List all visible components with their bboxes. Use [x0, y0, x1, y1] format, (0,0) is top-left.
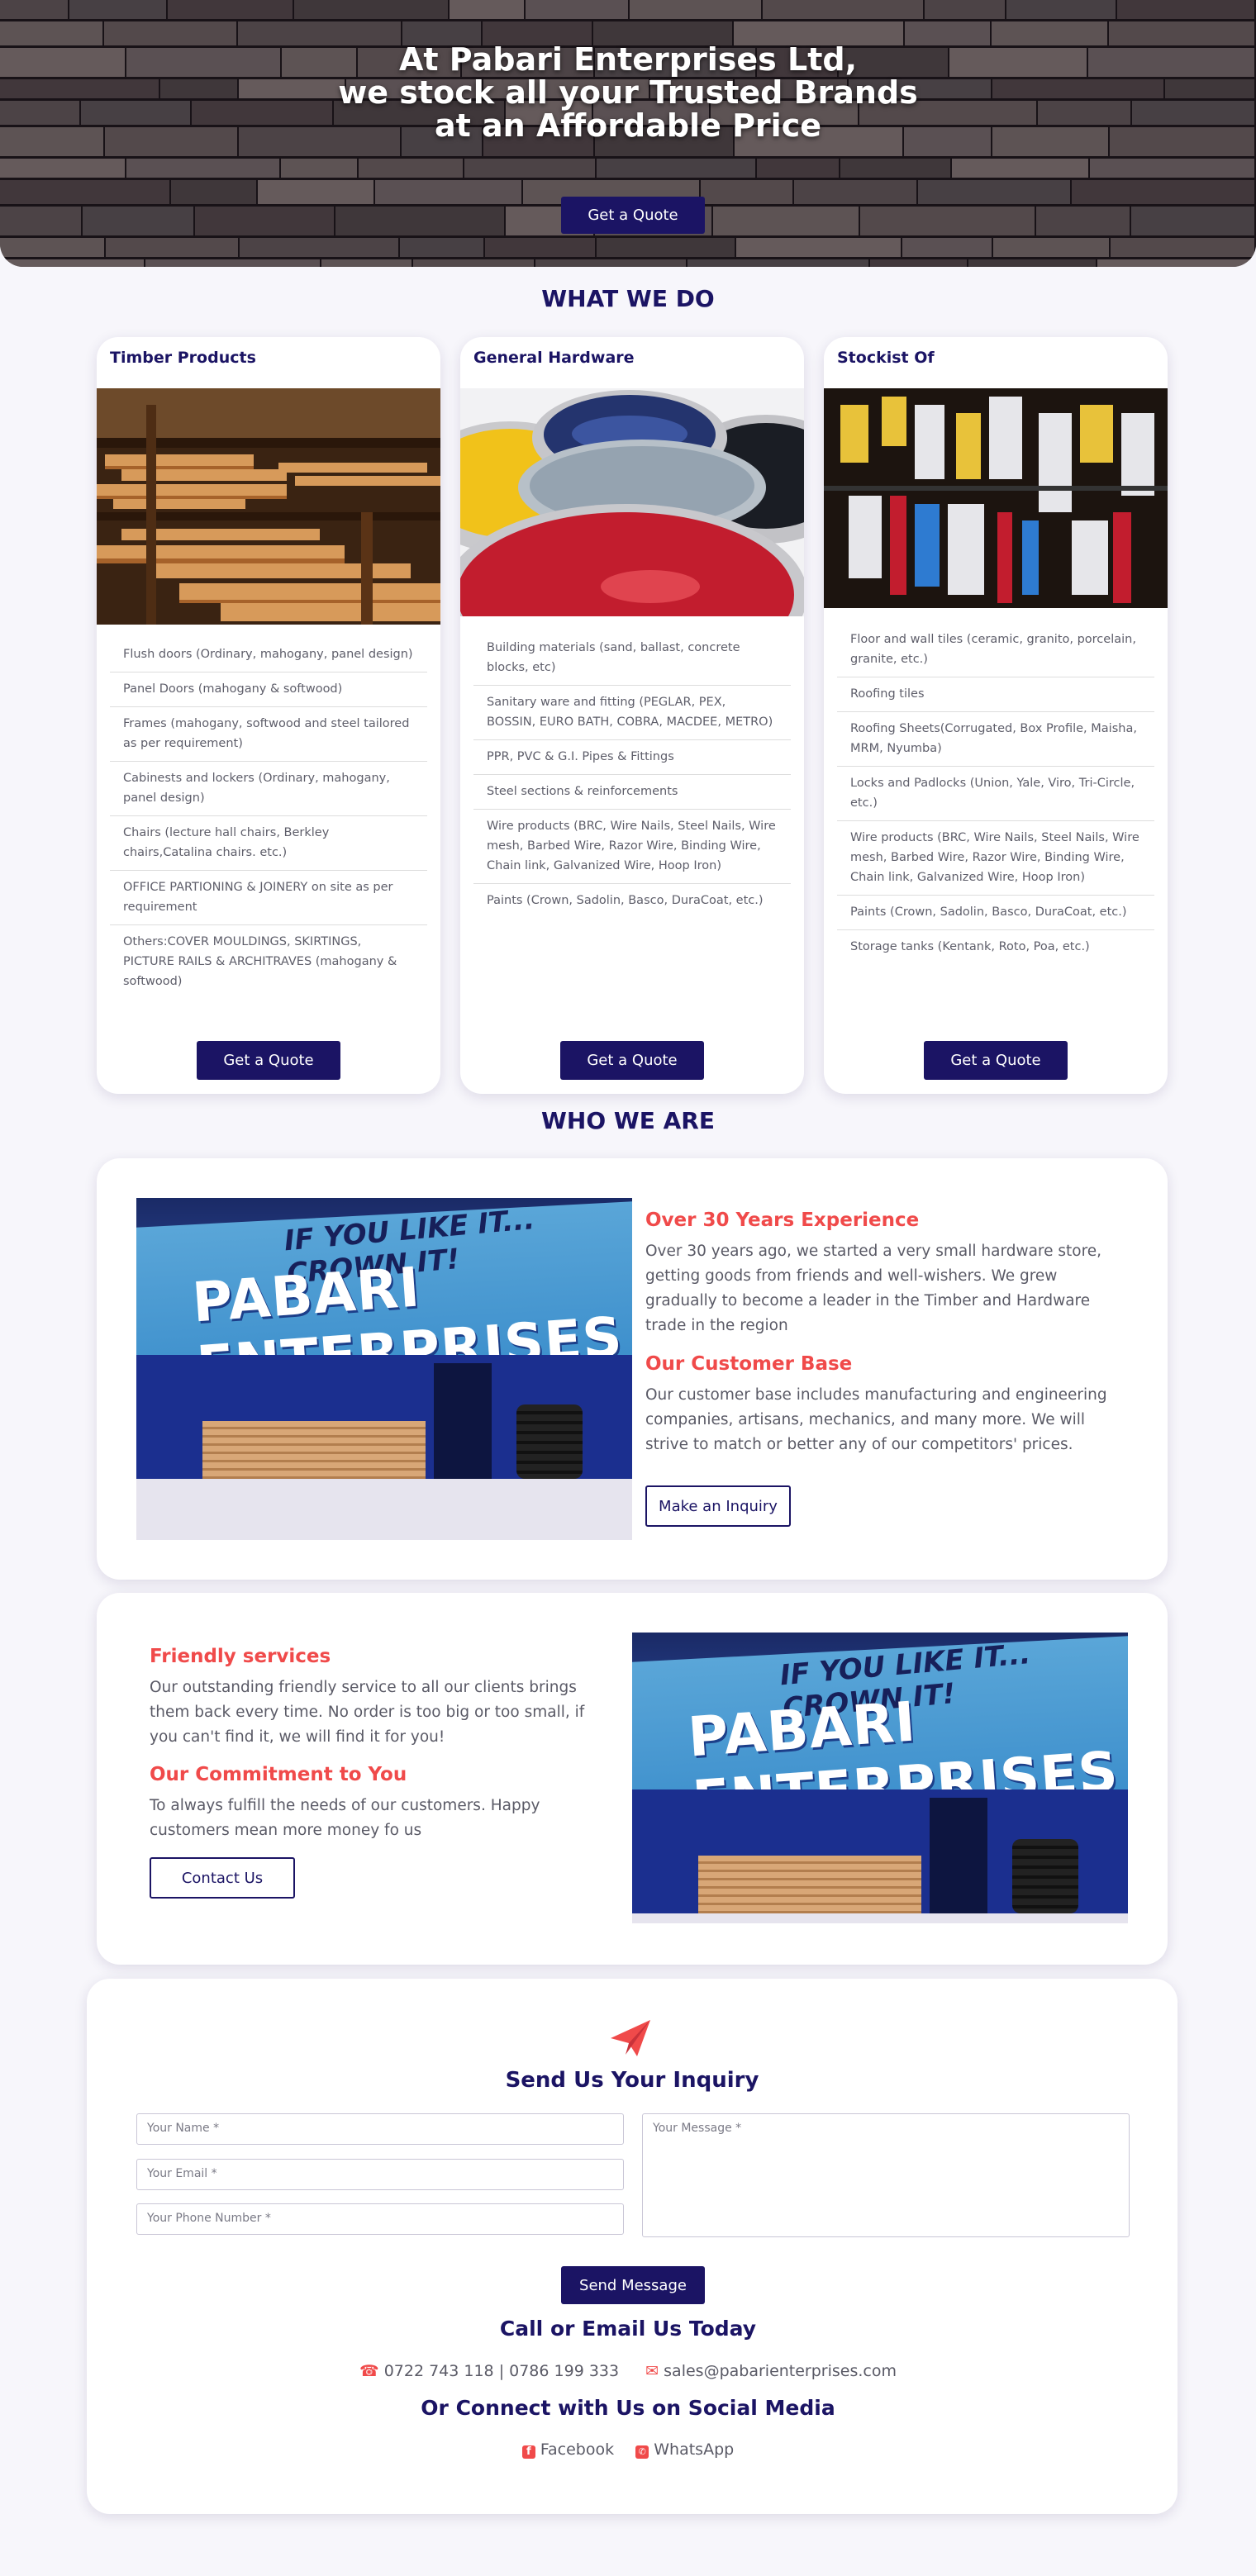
- about-experience-section: IF YOU LIKE IT... CROWN IT! PABARI ENTER…: [97, 1158, 1168, 1580]
- experience-heading: Over 30 Years Experience: [645, 1210, 920, 1231]
- who-we-are-heading: WHO WE ARE: [541, 1107, 715, 1134]
- list-item: Locks and Padlocks (Union, Yale, Viro, T…: [837, 767, 1154, 821]
- call-email-heading: Call or Email Us Today: [499, 2317, 757, 2341]
- list-item: Wire products (BRC, Wire Nails, Steel Na…: [837, 821, 1154, 896]
- list-item: Roofing tiles: [837, 677, 1154, 712]
- card-title: Stockist Of: [837, 349, 935, 367]
- email-address[interactable]: sales@pabarienterprises.com: [664, 2362, 897, 2380]
- timber-stack-image: [97, 388, 440, 625]
- facebook-link[interactable]: Facebook: [540, 2441, 614, 2459]
- list-item: Others:COVER MOULDINGS, SKIRTINGS, PICTU…: [123, 935, 397, 988]
- hero-get-quote-button[interactable]: Get a Quote: [561, 197, 705, 234]
- list-item: Wire products (BRC, Wire Nails, Steel Na…: [473, 810, 791, 884]
- inquiry-heading: Send Us Your Inquiry: [505, 2068, 759, 2093]
- paper-plane-icon: [611, 2020, 650, 2056]
- list-item: Floor and wall tiles (ceramic, granito, …: [837, 623, 1154, 677]
- list-item: OFFICE PARTIONING & JOINERY on site as p…: [110, 871, 427, 925]
- customer-base-heading: Our Customer Base: [645, 1353, 853, 1375]
- send-message-button[interactable]: Send Message: [561, 2266, 705, 2304]
- list-item: Roofing Sheets(Corrugated, Box Profile, …: [837, 712, 1154, 767]
- list-item: Paints (Crown, Sadolin, Basco, DuraCoat,…: [487, 894, 764, 907]
- list-item: Chairs (lecture hall chairs, Berkley cha…: [110, 816, 427, 871]
- list-item: Building materials (sand, ballast, concr…: [473, 631, 791, 686]
- list-item: Panel Doors (mahogany & softwood): [110, 673, 427, 707]
- hardware-get-quote-button[interactable]: Get a Quote: [560, 1041, 704, 1080]
- phone-numbers[interactable]: 0722 743 118 | 0786 199 333: [384, 2362, 619, 2380]
- name-field[interactable]: Your Name *: [136, 2113, 624, 2145]
- card-stockist-of: Stockist Of Floor and wall tiles (cerami…: [824, 337, 1168, 1094]
- timber-products-list: Flush doors (Ordinary, mahogany, panel d…: [110, 638, 427, 999]
- social-heading: Or Connect with Us on Social Media: [421, 2396, 835, 2420]
- list-item: Sanitary ware and fitting (PEGLAR, PEX, …: [473, 686, 791, 740]
- card-timber-products: Timber Products Flush doors (Ordinary, m…: [97, 337, 440, 1094]
- storefront-image: IF YOU LIKE IT... CROWN IT! PABARI ENTER…: [136, 1198, 632, 1540]
- friendly-services-text: Our outstanding friendly service to all …: [150, 1679, 585, 1746]
- list-item: Steel sections & reinforcements: [473, 775, 791, 810]
- list-item: Cabinests and lockers (Ordinary, mahogan…: [110, 762, 427, 816]
- card-general-hardware: General Hardware Building materials (san…: [460, 337, 804, 1094]
- contact-details: ☎ 0722 743 118 | 0786 199 333 ✉ sales@pa…: [0, 2362, 1256, 2380]
- whatsapp-icon: ✆: [635, 2445, 649, 2459]
- list-item: Paints (Crown, Sadolin, Basco, DuraCoat,…: [837, 896, 1154, 930]
- about-services-section: Friendly services Our outstanding friend…: [97, 1593, 1168, 1965]
- hero-title-line: we stock all your Trusted Brands: [338, 74, 918, 111]
- customer-base-text: Our customer base includes manufacturing…: [645, 1386, 1107, 1453]
- whatsapp-link[interactable]: WhatsApp: [654, 2441, 734, 2459]
- make-inquiry-button[interactable]: Make an Inquiry: [645, 1485, 791, 1527]
- list-item: Frames (mahogany, softwood and steel tai…: [110, 707, 427, 762]
- paint-cans-image: [460, 388, 804, 616]
- card-title: General Hardware: [473, 349, 635, 367]
- social-links: f Facebook ✆ WhatsApp: [0, 2441, 1256, 2459]
- commitment-text: To always fulfill the needs of our custo…: [150, 1797, 540, 1839]
- storefront-image: IF YOU LIKE IT... CROWN IT! PABARI ENTER…: [632, 1633, 1128, 1923]
- commitment-heading: Our Commitment to You: [150, 1764, 407, 1785]
- list-item: PPR, PVC & G.I. Pipes & Fittings: [473, 740, 791, 775]
- contact-us-button[interactable]: Contact Us: [150, 1857, 295, 1899]
- facebook-icon: f: [521, 2445, 535, 2459]
- envelope-icon: ✉: [645, 2362, 659, 2380]
- timber-get-quote-button[interactable]: Get a Quote: [197, 1041, 340, 1080]
- inquiry-section: Send Us Your Inquiry Your Name * Your Em…: [87, 1979, 1178, 2514]
- stockist-get-quote-button[interactable]: Get a Quote: [924, 1041, 1068, 1080]
- phone-field[interactable]: Your Phone Number *: [136, 2203, 624, 2235]
- list-item: Storage tanks (Kentank, Roto, Poa, etc.): [850, 940, 1090, 953]
- email-field[interactable]: Your Email *: [136, 2159, 624, 2190]
- hardware-tools-display-image: [824, 388, 1168, 608]
- card-title: Timber Products: [110, 349, 256, 367]
- hero-title-line: at an Affordable Price: [435, 107, 821, 144]
- experience-text: Over 30 years ago, we started a very sma…: [645, 1243, 1102, 1334]
- friendly-services-heading: Friendly services: [150, 1646, 331, 1667]
- message-field[interactable]: Your Message *: [642, 2113, 1130, 2237]
- general-hardware-list: Building materials (sand, ballast, concr…: [473, 631, 791, 918]
- stockist-list: Floor and wall tiles (ceramic, granito, …: [837, 623, 1154, 964]
- list-item: Flush doors (Ordinary, mahogany, panel d…: [110, 638, 427, 673]
- hero-title: At Pabari Enterprises Ltd, we stock all …: [0, 43, 1256, 142]
- what-we-do-heading: WHAT WE DO: [541, 285, 715, 312]
- hero-title-line: At Pabari Enterprises Ltd,: [398, 41, 858, 78]
- phone-icon: ☎: [359, 2362, 379, 2380]
- hero-banner: At Pabari Enterprises Ltd, we stock all …: [0, 0, 1256, 267]
